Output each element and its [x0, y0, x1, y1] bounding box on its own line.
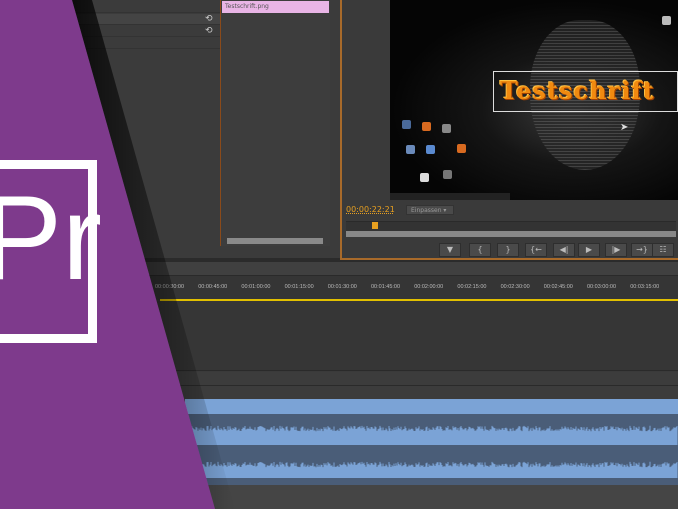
clip-item[interactable]: Testschrift.png	[222, 1, 329, 13]
ruler-tick-label: 00:01:45:00	[371, 284, 401, 290]
effect-row	[60, 38, 220, 49]
ruler-tick-label: 00:01:00:00	[241, 284, 271, 290]
mark-out-button[interactable]: }	[497, 243, 519, 257]
desktop-icon	[402, 120, 411, 129]
ruler-tick-label: 00:01:30:00	[327, 284, 357, 290]
desktop-icon	[457, 144, 466, 153]
ruler-tick-label: 00:03:00:00	[587, 284, 617, 290]
go-to-in-icon: {←	[530, 245, 542, 254]
export-frame-button[interactable]: ☷	[652, 243, 674, 257]
reset-icon[interactable]: ⟲	[205, 26, 215, 36]
ruler-tick-label: 00:02:00:00	[414, 284, 444, 290]
audio-track[interactable]	[0, 386, 678, 400]
premiere-logo-text: Pr	[0, 171, 102, 305]
ruler-tick-label: 00:02:45:00	[543, 284, 573, 290]
timeline-mini-panel: Testschrift.png	[220, 0, 330, 246]
export-frame-icon: ☷	[659, 245, 667, 254]
playhead[interactable]	[372, 222, 378, 229]
mark-out-icon: }	[505, 245, 511, 254]
zoom-select[interactable]: Einpassen ▾	[406, 205, 454, 215]
go-to-in-button[interactable]: {←	[525, 243, 547, 257]
video-track[interactable]	[0, 372, 678, 386]
zoom-select-value: Einpassen	[411, 207, 442, 214]
audio-clip[interactable]	[185, 414, 678, 485]
step-forward-icon: |▶	[611, 245, 621, 254]
desktop-icon	[406, 145, 415, 154]
play-icon: ▶	[585, 245, 593, 254]
video-preview[interactable]: Testschrift ➤	[390, 0, 678, 200]
program-monitor: Testschrift ➤ 00:00:22:21 Einpassen ▾ ▼ {…	[340, 0, 678, 260]
ruler-tick-label: 00:00:30:00	[155, 284, 185, 290]
step-back-button[interactable]: ◀|	[553, 243, 575, 257]
timecode[interactable]: 00:00:22:21	[346, 205, 395, 214]
effect-row[interactable]	[60, 14, 220, 25]
horizontal-scrollbar[interactable]	[227, 238, 323, 244]
zoom-scrollbar[interactable]	[346, 231, 676, 237]
video-track[interactable]	[0, 301, 678, 371]
ruler-tick-label: 00:02:15:00	[457, 284, 487, 290]
desktop-icon	[662, 16, 671, 25]
step-back-icon: ◀|	[559, 245, 569, 254]
taskbar	[390, 193, 510, 200]
mark-in-button[interactable]: {	[469, 243, 491, 257]
step-forward-button[interactable]: |▶	[605, 243, 627, 257]
desktop-icon	[422, 122, 431, 131]
play-button[interactable]: ▶	[578, 243, 600, 257]
cursor-icon: ➤	[620, 122, 629, 133]
add-marker-button[interactable]: ▼	[439, 243, 461, 257]
ruler-tick-label: 00:03:15:00	[630, 284, 660, 290]
ruler-tick-label: 00:01:15:00	[284, 284, 314, 290]
add-marker-icon: ▼	[446, 245, 454, 254]
go-to-out-button[interactable]: →}	[631, 243, 653, 257]
desktop-icon	[420, 173, 429, 182]
waveform-path	[185, 425, 678, 478]
desktop-icon	[426, 145, 435, 154]
audio-clip-header[interactable]	[185, 399, 678, 414]
mark-in-icon: {	[477, 245, 483, 254]
go-to-out-icon: →}	[636, 245, 648, 254]
audio-waveform	[185, 425, 678, 478]
reset-icon[interactable]: ⟲	[205, 14, 215, 24]
ruler-tick-label: 00:00:45:00	[198, 284, 228, 290]
audio-track[interactable]	[0, 485, 678, 509]
desktop-icon	[443, 170, 452, 179]
title-overlay[interactable]: Testschrift	[500, 76, 655, 105]
ruler-tick-label: 00:02:30:00	[500, 284, 530, 290]
effect-row[interactable]	[60, 26, 220, 37]
effect-row	[60, 2, 220, 13]
desktop-icon	[442, 124, 451, 133]
